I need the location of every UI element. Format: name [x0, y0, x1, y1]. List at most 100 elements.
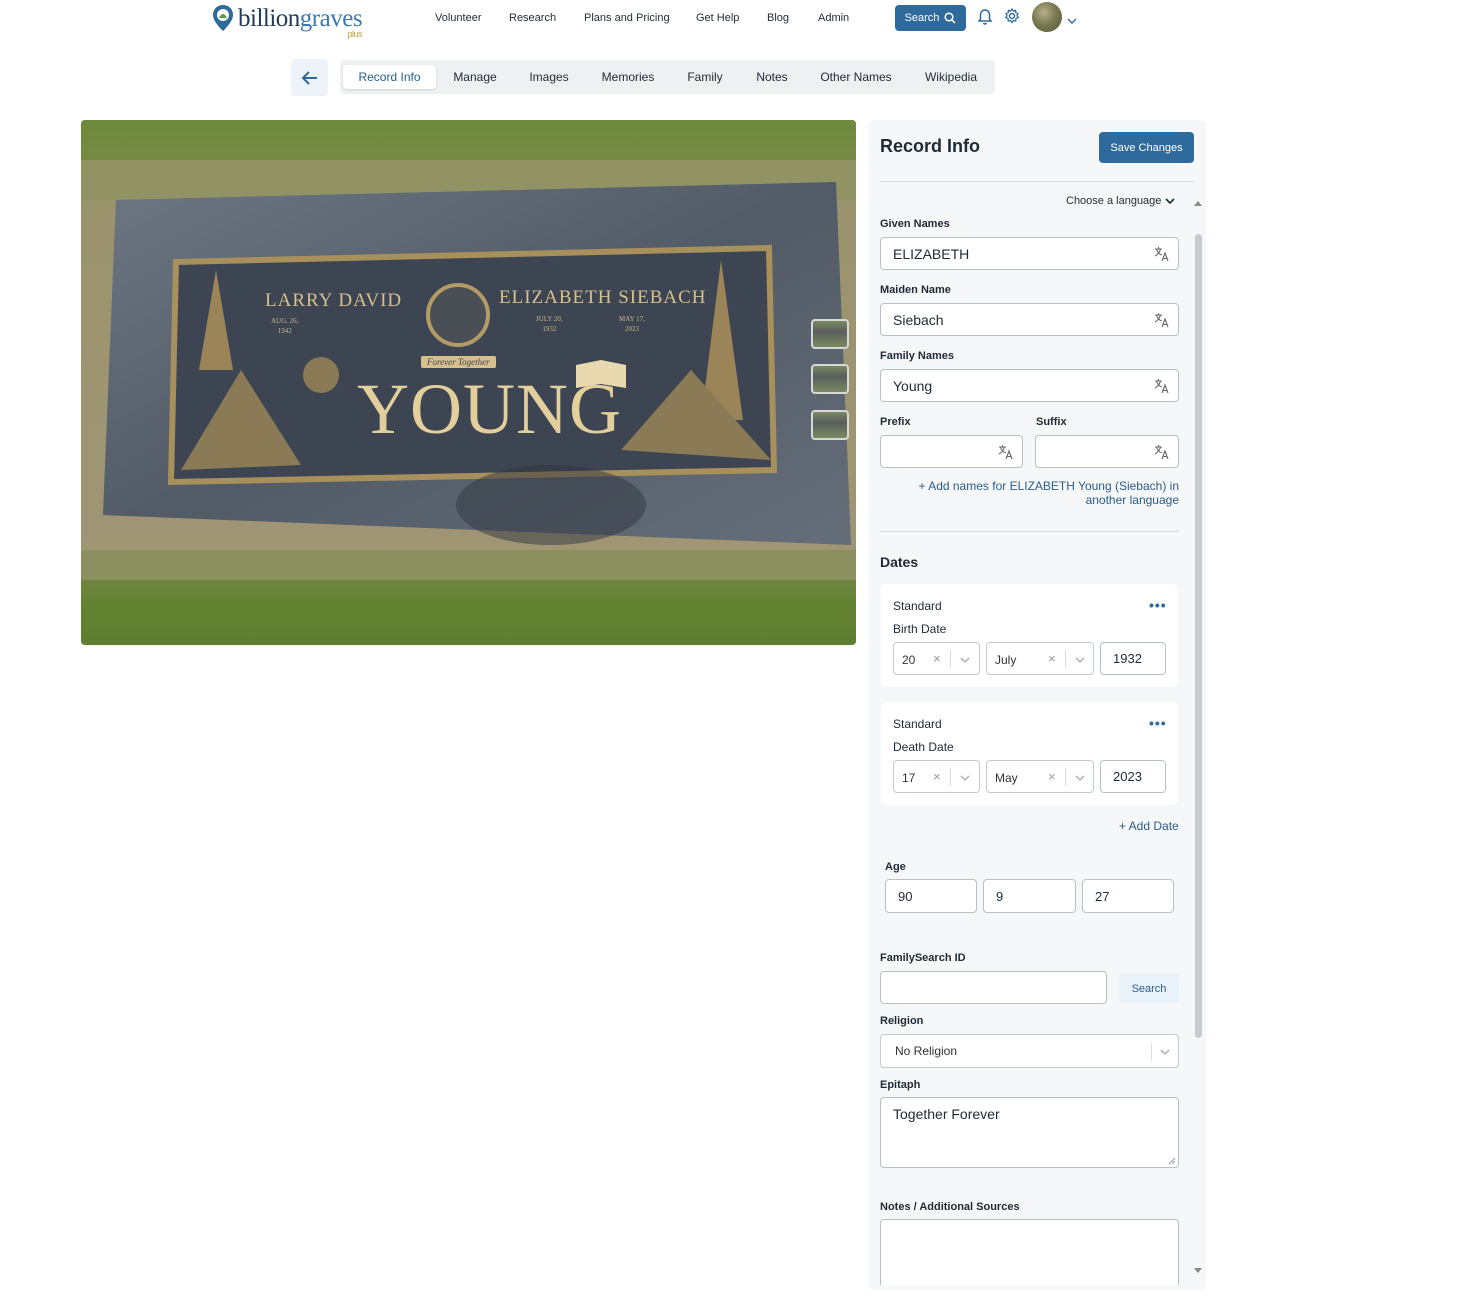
divider [1065, 768, 1066, 786]
maiden-name-input[interactable]: Siebach [880, 303, 1179, 336]
chevron-down-icon[interactable] [960, 656, 970, 664]
tab-images[interactable]: Images [516, 65, 582, 89]
add-date-link[interactable]: + Add Date [1119, 819, 1179, 833]
tab-notes[interactable]: Notes [744, 65, 800, 89]
clear-icon[interactable]: × [933, 769, 941, 784]
back-button[interactable] [291, 59, 328, 96]
tab-other-names[interactable]: Other Names [810, 65, 902, 89]
suffix-label: Suffix [1036, 416, 1067, 428]
translate-icon[interactable] [1154, 378, 1170, 394]
nav-blog[interactable]: Blog [767, 12, 789, 24]
nav-research[interactable]: Research [509, 12, 556, 24]
headstone-name-left: LARRY DAVID [265, 290, 403, 311]
headstone-birth-date: JULY 20, 1932 [536, 315, 563, 333]
brand-name: billiongraves plus [238, 4, 363, 39]
language-selector-label: Choose a language [1066, 195, 1162, 207]
record-tabs: Record Info Manage Images Memories Famil… [340, 60, 995, 94]
given-names-value: ELIZABETH [893, 245, 970, 262]
chevron-down-icon[interactable] [1075, 656, 1085, 664]
arrow-left-icon [301, 70, 317, 85]
more-options-icon[interactable]: ••• [1149, 715, 1167, 731]
save-changes-button[interactable]: Save Changes [1099, 132, 1194, 163]
scroll-up-icon[interactable] [1192, 198, 1204, 208]
tab-manage[interactable]: Manage [440, 65, 510, 89]
epitaph-textarea[interactable]: Together Forever [880, 1097, 1179, 1168]
search-icon [944, 12, 956, 24]
prefix-input[interactable] [880, 435, 1023, 468]
epitaph-label: Epitaph [880, 1079, 921, 1091]
age-days-input[interactable]: 27 [1082, 879, 1174, 913]
familysearch-search-button[interactable]: Search [1119, 974, 1179, 1003]
tab-record-info[interactable]: Record Info [343, 65, 436, 89]
tab-family[interactable]: Family [676, 65, 734, 89]
more-options-icon[interactable]: ••• [1149, 597, 1167, 613]
headstone-name-right: ELIZABETH SIEBACH [499, 287, 707, 308]
divider [880, 181, 1194, 182]
resize-handle-icon[interactable] [1168, 1157, 1176, 1165]
clear-icon[interactable]: × [933, 651, 941, 666]
photo-thumbnail[interactable] [811, 364, 849, 394]
search-button[interactable]: Search [895, 5, 966, 31]
nav-admin[interactable]: Admin [818, 12, 849, 24]
brand-logo[interactable]: billiongraves plus [212, 2, 363, 39]
clear-icon[interactable]: × [1048, 769, 1056, 784]
death-year-input[interactable]: 2023 [1100, 760, 1166, 793]
birth-year-input[interactable]: 1932 [1100, 642, 1166, 675]
chevron-down-icon[interactable] [1160, 1048, 1170, 1056]
bell-icon[interactable] [977, 8, 995, 26]
notes-textarea[interactable] [880, 1219, 1179, 1285]
birth-year-value: 1932 [1113, 651, 1142, 666]
chevron-down-icon[interactable] [1075, 774, 1085, 782]
death-year-value: 2023 [1113, 769, 1142, 784]
headstone-death-date: MAY 17, 2023 [619, 315, 645, 333]
death-month-select[interactable]: May × [986, 760, 1094, 793]
family-names-value: Young [893, 377, 933, 394]
photo-thumbnail[interactable] [811, 319, 849, 349]
prefix-label: Prefix [880, 416, 911, 428]
gear-icon[interactable] [1004, 7, 1022, 26]
nav-plans-and-pricing[interactable]: Plans and Pricing [584, 12, 670, 24]
family-names-input[interactable]: Young [880, 369, 1179, 402]
suffix-input[interactable] [1035, 435, 1179, 468]
add-names-link[interactable]: + Add names for ELIZABETH Young (Siebach… [900, 479, 1179, 507]
nav-volunteer[interactable]: Volunteer [435, 12, 481, 24]
language-selector[interactable]: Choose a language [1066, 195, 1175, 207]
birth-day-select[interactable]: 20 × [893, 642, 980, 675]
nav-get-help[interactable]: Get Help [696, 12, 739, 24]
age-days-value: 27 [1095, 888, 1110, 904]
given-names-label: Given Names [880, 218, 950, 230]
chevron-down-icon[interactable] [960, 774, 970, 782]
age-years-input[interactable]: 90 [885, 879, 977, 913]
death-day-select[interactable]: 17 × [893, 760, 980, 793]
death-month-value: May [995, 771, 1018, 785]
birth-date-type: Standard [893, 599, 942, 613]
headstone-surname: YOUNG [357, 369, 622, 449]
clear-icon[interactable]: × [1048, 651, 1056, 666]
translate-icon[interactable] [1154, 246, 1170, 262]
chevron-down-icon[interactable] [1067, 12, 1077, 30]
birth-date-label: Birth Date [893, 622, 947, 636]
age-label: Age [885, 861, 906, 873]
scrollbar-thumb[interactable] [1195, 234, 1202, 1038]
familysearch-id-input[interactable] [880, 971, 1107, 1004]
headstone-photo[interactable]: LARRY DAVID ELIZABETH SIEBACH AUG. 26, 19… [81, 120, 856, 645]
translate-icon[interactable] [998, 444, 1014, 460]
age-months-value: 9 [996, 888, 1004, 904]
search-button-label: Search [904, 12, 940, 24]
scroll-down-icon[interactable] [1192, 1266, 1204, 1276]
religion-value: No Religion [895, 1044, 958, 1058]
age-months-input[interactable]: 9 [983, 879, 1076, 913]
tab-wikipedia[interactable]: Wikipedia [914, 65, 988, 89]
translate-icon[interactable] [1154, 312, 1170, 328]
avatar[interactable] [1032, 2, 1062, 32]
divider [950, 768, 951, 786]
birth-month-select[interactable]: July × [986, 642, 1094, 675]
religion-select[interactable]: No Religion [880, 1034, 1179, 1068]
tab-memories[interactable]: Memories [590, 65, 666, 89]
chevron-down-icon [1165, 198, 1175, 205]
dates-heading: Dates [880, 554, 919, 570]
photo-thumbnail[interactable] [811, 410, 849, 440]
death-date-label: Death Date [893, 740, 954, 754]
translate-icon[interactable] [1154, 444, 1170, 460]
given-names-input[interactable]: ELIZABETH [880, 237, 1179, 270]
